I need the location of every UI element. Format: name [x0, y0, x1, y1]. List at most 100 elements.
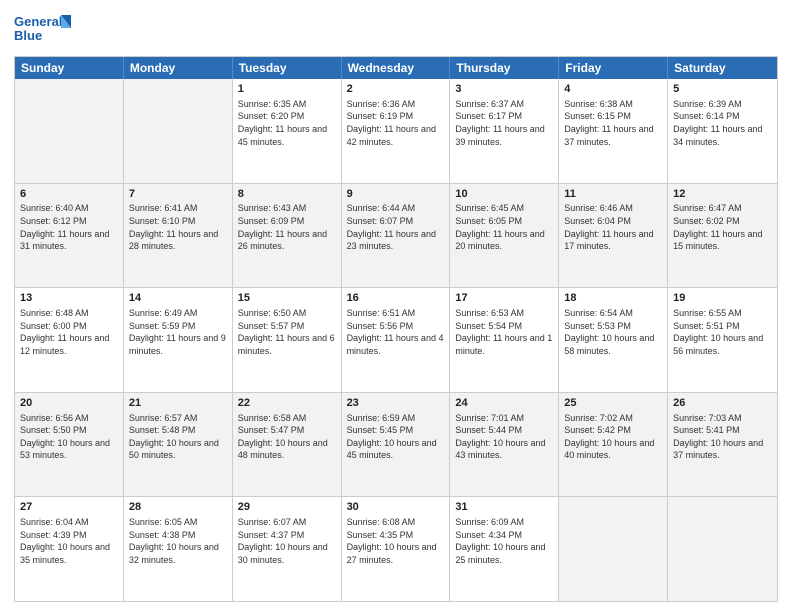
day-cell-6: 6Sunrise: 6:40 AM Sunset: 6:12 PM Daylig… — [15, 184, 124, 288]
calendar-row-2: 13Sunrise: 6:48 AM Sunset: 6:00 PM Dayli… — [15, 287, 777, 392]
day-info: Sunrise: 6:58 AM Sunset: 5:47 PM Dayligh… — [238, 412, 336, 462]
day-cell-1: 1Sunrise: 6:35 AM Sunset: 6:20 PM Daylig… — [233, 79, 342, 183]
day-cell-7: 7Sunrise: 6:41 AM Sunset: 6:10 PM Daylig… — [124, 184, 233, 288]
day-number: 21 — [129, 396, 227, 411]
day-number: 12 — [673, 187, 772, 202]
calendar-row-4: 27Sunrise: 6:04 AM Sunset: 4:39 PM Dayli… — [15, 496, 777, 601]
day-info: Sunrise: 6:08 AM Sunset: 4:35 PM Dayligh… — [347, 516, 445, 566]
day-cell-18: 18Sunrise: 6:54 AM Sunset: 5:53 PM Dayli… — [559, 288, 668, 392]
day-number: 22 — [238, 396, 336, 411]
day-info: Sunrise: 6:55 AM Sunset: 5:51 PM Dayligh… — [673, 307, 772, 357]
day-cell-30: 30Sunrise: 6:08 AM Sunset: 4:35 PM Dayli… — [342, 497, 451, 601]
day-number: 25 — [564, 396, 662, 411]
day-cell-8: 8Sunrise: 6:43 AM Sunset: 6:09 PM Daylig… — [233, 184, 342, 288]
day-number: 4 — [564, 82, 662, 97]
day-cell-31: 31Sunrise: 6:09 AM Sunset: 4:34 PM Dayli… — [450, 497, 559, 601]
day-info: Sunrise: 6:44 AM Sunset: 6:07 PM Dayligh… — [347, 202, 445, 252]
day-cell-28: 28Sunrise: 6:05 AM Sunset: 4:38 PM Dayli… — [124, 497, 233, 601]
day-info: Sunrise: 6:07 AM Sunset: 4:37 PM Dayligh… — [238, 516, 336, 566]
day-number: 5 — [673, 82, 772, 97]
calendar-row-1: 6Sunrise: 6:40 AM Sunset: 6:12 PM Daylig… — [15, 183, 777, 288]
day-number: 31 — [455, 500, 553, 515]
calendar-row-3: 20Sunrise: 6:56 AM Sunset: 5:50 PM Dayli… — [15, 392, 777, 497]
day-cell-26: 26Sunrise: 7:03 AM Sunset: 5:41 PM Dayli… — [668, 393, 777, 497]
day-cell-16: 16Sunrise: 6:51 AM Sunset: 5:56 PM Dayli… — [342, 288, 451, 392]
day-info: Sunrise: 6:39 AM Sunset: 6:14 PM Dayligh… — [673, 98, 772, 148]
day-cell-29: 29Sunrise: 6:07 AM Sunset: 4:37 PM Dayli… — [233, 497, 342, 601]
day-info: Sunrise: 6:40 AM Sunset: 6:12 PM Dayligh… — [20, 202, 118, 252]
day-number: 14 — [129, 291, 227, 306]
day-info: Sunrise: 6:43 AM Sunset: 6:09 PM Dayligh… — [238, 202, 336, 252]
day-info: Sunrise: 6:51 AM Sunset: 5:56 PM Dayligh… — [347, 307, 445, 357]
empty-cell — [124, 79, 233, 183]
day-info: Sunrise: 6:38 AM Sunset: 6:15 PM Dayligh… — [564, 98, 662, 148]
empty-cell — [668, 497, 777, 601]
day-number: 3 — [455, 82, 553, 97]
day-number: 15 — [238, 291, 336, 306]
day-cell-2: 2Sunrise: 6:36 AM Sunset: 6:19 PM Daylig… — [342, 79, 451, 183]
day-number: 20 — [20, 396, 118, 411]
logo: General Blue — [14, 10, 74, 50]
day-number: 9 — [347, 187, 445, 202]
day-header-sunday: Sunday — [15, 57, 124, 79]
day-info: Sunrise: 6:49 AM Sunset: 5:59 PM Dayligh… — [129, 307, 227, 357]
day-number: 10 — [455, 187, 553, 202]
day-cell-10: 10Sunrise: 6:45 AM Sunset: 6:05 PM Dayli… — [450, 184, 559, 288]
day-header-friday: Friday — [559, 57, 668, 79]
day-header-monday: Monday — [124, 57, 233, 79]
day-info: Sunrise: 6:41 AM Sunset: 6:10 PM Dayligh… — [129, 202, 227, 252]
general-blue-logo-icon: General Blue — [14, 10, 74, 50]
day-number: 7 — [129, 187, 227, 202]
day-number: 1 — [238, 82, 336, 97]
day-number: 16 — [347, 291, 445, 306]
day-number: 27 — [20, 500, 118, 515]
day-number: 11 — [564, 187, 662, 202]
day-number: 28 — [129, 500, 227, 515]
day-header-tuesday: Tuesday — [233, 57, 342, 79]
day-header-saturday: Saturday — [668, 57, 777, 79]
svg-text:General: General — [14, 14, 62, 29]
calendar-header: SundayMondayTuesdayWednesdayThursdayFrid… — [15, 57, 777, 79]
day-number: 24 — [455, 396, 553, 411]
page: General Blue SundayMondayTuesdayWednesda… — [0, 0, 792, 612]
day-info: Sunrise: 6:35 AM Sunset: 6:20 PM Dayligh… — [238, 98, 336, 148]
day-cell-27: 27Sunrise: 6:04 AM Sunset: 4:39 PM Dayli… — [15, 497, 124, 601]
day-number: 17 — [455, 291, 553, 306]
day-cell-13: 13Sunrise: 6:48 AM Sunset: 6:00 PM Dayli… — [15, 288, 124, 392]
day-info: Sunrise: 6:48 AM Sunset: 6:00 PM Dayligh… — [20, 307, 118, 357]
day-info: Sunrise: 7:01 AM Sunset: 5:44 PM Dayligh… — [455, 412, 553, 462]
day-info: Sunrise: 6:05 AM Sunset: 4:38 PM Dayligh… — [129, 516, 227, 566]
day-info: Sunrise: 7:03 AM Sunset: 5:41 PM Dayligh… — [673, 412, 772, 462]
day-number: 29 — [238, 500, 336, 515]
day-cell-3: 3Sunrise: 6:37 AM Sunset: 6:17 PM Daylig… — [450, 79, 559, 183]
day-cell-5: 5Sunrise: 6:39 AM Sunset: 6:14 PM Daylig… — [668, 79, 777, 183]
calendar-row-0: 1Sunrise: 6:35 AM Sunset: 6:20 PM Daylig… — [15, 79, 777, 183]
day-number: 26 — [673, 396, 772, 411]
day-cell-19: 19Sunrise: 6:55 AM Sunset: 5:51 PM Dayli… — [668, 288, 777, 392]
day-cell-21: 21Sunrise: 6:57 AM Sunset: 5:48 PM Dayli… — [124, 393, 233, 497]
day-info: Sunrise: 7:02 AM Sunset: 5:42 PM Dayligh… — [564, 412, 662, 462]
empty-cell — [15, 79, 124, 183]
day-info: Sunrise: 6:36 AM Sunset: 6:19 PM Dayligh… — [347, 98, 445, 148]
day-number: 13 — [20, 291, 118, 306]
day-info: Sunrise: 6:04 AM Sunset: 4:39 PM Dayligh… — [20, 516, 118, 566]
day-info: Sunrise: 6:45 AM Sunset: 6:05 PM Dayligh… — [455, 202, 553, 252]
svg-text:Blue: Blue — [14, 28, 42, 43]
day-cell-22: 22Sunrise: 6:58 AM Sunset: 5:47 PM Dayli… — [233, 393, 342, 497]
day-info: Sunrise: 6:46 AM Sunset: 6:04 PM Dayligh… — [564, 202, 662, 252]
day-info: Sunrise: 6:59 AM Sunset: 5:45 PM Dayligh… — [347, 412, 445, 462]
day-number: 2 — [347, 82, 445, 97]
header: General Blue — [14, 10, 778, 50]
day-info: Sunrise: 6:53 AM Sunset: 5:54 PM Dayligh… — [455, 307, 553, 357]
day-number: 6 — [20, 187, 118, 202]
calendar-body: 1Sunrise: 6:35 AM Sunset: 6:20 PM Daylig… — [15, 79, 777, 601]
day-info: Sunrise: 6:09 AM Sunset: 4:34 PM Dayligh… — [455, 516, 553, 566]
day-cell-20: 20Sunrise: 6:56 AM Sunset: 5:50 PM Dayli… — [15, 393, 124, 497]
calendar: SundayMondayTuesdayWednesdayThursdayFrid… — [14, 56, 778, 602]
day-info: Sunrise: 6:47 AM Sunset: 6:02 PM Dayligh… — [673, 202, 772, 252]
day-info: Sunrise: 6:37 AM Sunset: 6:17 PM Dayligh… — [455, 98, 553, 148]
day-number: 18 — [564, 291, 662, 306]
day-header-wednesday: Wednesday — [342, 57, 451, 79]
day-header-thursday: Thursday — [450, 57, 559, 79]
day-cell-15: 15Sunrise: 6:50 AM Sunset: 5:57 PM Dayli… — [233, 288, 342, 392]
